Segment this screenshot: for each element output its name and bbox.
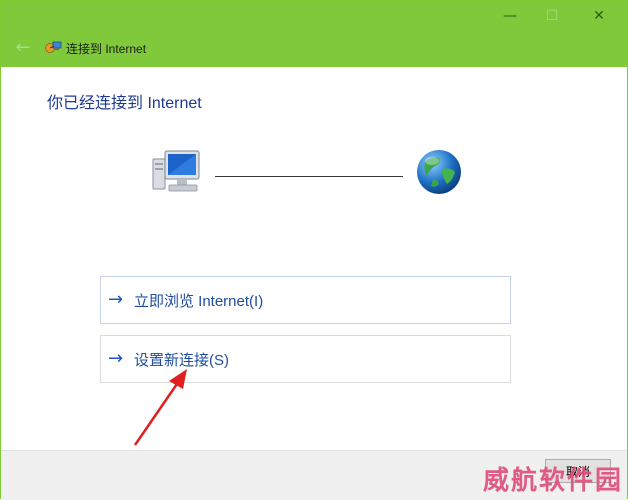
minimize-button[interactable]: — [487,1,533,31]
arrow-right-icon: → [108,289,124,310]
connection-line [215,176,403,177]
maximize-button[interactable]: ☐ [529,1,575,31]
close-button[interactable]: ✕ [576,1,622,31]
connect-to-internet-window: — ☐ ✕ ← 连接到 Internet 你已经连接到 Internet → 立… [0,0,628,500]
annotation-red-arrow-icon [133,369,187,446]
computer-icon [152,150,200,192]
watermark-text: 威航软件园 [483,466,624,496]
title-bar: — ☐ ✕ ← 连接到 Internet [1,1,627,67]
globe-icon [417,150,461,194]
network-connection-icon [45,41,62,53]
page-heading: 你已经连接到 Internet [47,95,202,112]
back-arrow-icon[interactable]: ← [13,37,33,58]
arrow-right-icon: → [108,348,124,369]
browse-internet-option[interactable]: → 立即浏览 Internet(I) [100,276,511,324]
browse-internet-label: 立即浏览 Internet(I) [134,292,264,310]
window-title: 连接到 Internet [66,42,147,56]
